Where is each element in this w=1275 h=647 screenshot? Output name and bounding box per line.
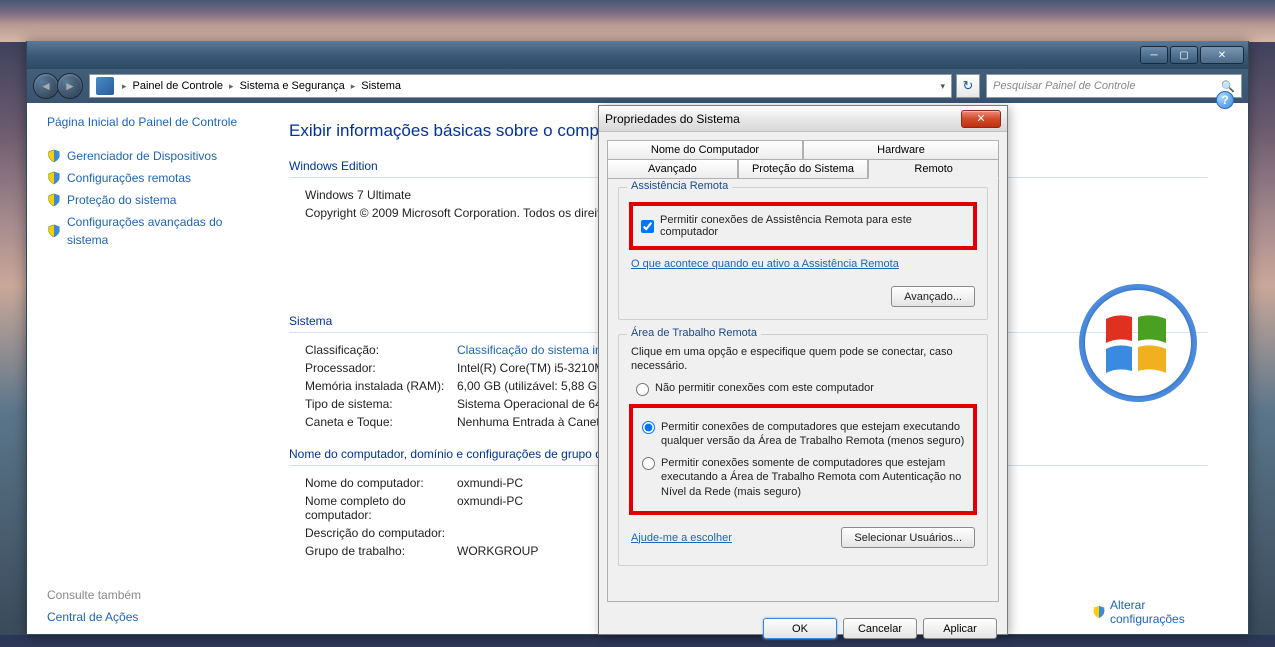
rdp-allow-any-radio[interactable] bbox=[642, 421, 655, 434]
sidebar-item-device-manager[interactable]: Gerenciador de Dispositivos bbox=[47, 145, 255, 167]
remote-assistance-group: Assistência Remota Permitir conexões de … bbox=[618, 187, 988, 320]
sidebar-home-link[interactable]: Página Inicial do Painel de Controle bbox=[47, 115, 255, 131]
remote-tab-panel: Assistência Remota Permitir conexões de … bbox=[607, 178, 999, 602]
back-button[interactable]: ◄ bbox=[33, 73, 59, 99]
info-value: Intel(R) Core(TM) i5-3210M bbox=[457, 361, 604, 375]
shield-icon bbox=[47, 224, 61, 238]
tab-hardware[interactable]: Hardware bbox=[803, 140, 999, 159]
checkbox-label: Permitir conexões de Assistência Remota … bbox=[660, 214, 969, 238]
rdp-allow-nla-radio[interactable] bbox=[642, 457, 655, 470]
window-titlebar[interactable]: ─ ▢ ✕ bbox=[27, 41, 1248, 69]
info-value: 6,00 GB (utilizável: 5,88 GB) bbox=[457, 379, 609, 393]
breadcrumb-item[interactable]: Sistema e Segurança bbox=[238, 80, 347, 92]
dialog-title: Propriedades do Sistema bbox=[605, 112, 740, 126]
cancel-button[interactable]: Cancelar bbox=[843, 618, 917, 639]
tab-system-protection[interactable]: Proteção do Sistema bbox=[738, 159, 869, 179]
groupbox-title: Assistência Remota bbox=[627, 180, 732, 192]
shield-icon bbox=[47, 149, 61, 163]
info-label: Grupo de trabalho: bbox=[305, 544, 457, 558]
dialog-titlebar[interactable]: Propriedades do Sistema ✕ bbox=[599, 106, 1007, 132]
tab-advanced[interactable]: Avançado bbox=[607, 159, 738, 179]
info-label: Processador: bbox=[305, 361, 457, 375]
sidebar: Página Inicial do Painel de Controle Ger… bbox=[27, 103, 259, 634]
info-label: Classificação: bbox=[305, 343, 457, 357]
address-toolbar: ◄ ► ▸ Painel de Controle ▸ Sistema e Seg… bbox=[27, 69, 1248, 103]
advanced-button[interactable]: Avançado... bbox=[891, 286, 975, 307]
dialog-button-row: OK Cancelar Aplicar bbox=[599, 610, 1007, 647]
info-value: oxmundi-PC bbox=[457, 494, 523, 522]
maximize-button[interactable]: ▢ bbox=[1170, 46, 1198, 64]
refresh-button[interactable]: ↻ bbox=[956, 74, 980, 98]
apply-button[interactable]: Aplicar bbox=[923, 618, 997, 639]
highlight-box: Permitir conexões de Assistência Remota … bbox=[629, 202, 977, 250]
rdp-help-link[interactable]: Ajude-me a escolher bbox=[631, 532, 732, 544]
radio-label: Não permitir conexões com este computado… bbox=[655, 382, 874, 394]
radio-label: Permitir conexões de computadores que es… bbox=[661, 420, 969, 449]
forward-button[interactable]: ► bbox=[57, 73, 83, 99]
see-also-link[interactable]: Central de Ações bbox=[47, 610, 141, 624]
sidebar-item-advanced-settings[interactable]: Configurações avançadas do sistema bbox=[47, 211, 255, 251]
chevron-right-icon: ▸ bbox=[351, 81, 356, 92]
chevron-right-icon: ▸ bbox=[122, 81, 127, 92]
remote-desktop-group: Área de Trabalho Remota Clique em uma op… bbox=[618, 334, 988, 566]
minimize-button[interactable]: ─ bbox=[1140, 46, 1168, 64]
sidebar-item-label: Configurações avançadas do sistema bbox=[67, 213, 255, 249]
info-value: oxmundi-PC bbox=[457, 476, 523, 490]
select-users-button[interactable]: Selecionar Usuários... bbox=[841, 527, 975, 548]
info-label: Caneta e Toque: bbox=[305, 415, 457, 429]
highlight-box: Permitir conexões de computadores que es… bbox=[629, 404, 977, 515]
allow-remote-assistance-checkbox[interactable] bbox=[641, 220, 654, 233]
info-label: Descrição do computador: bbox=[305, 526, 457, 540]
see-also-header: Consulte também bbox=[47, 588, 141, 602]
sidebar-item-label: Gerenciador de Dispositivos bbox=[67, 147, 217, 165]
info-label: Memória instalada (RAM): bbox=[305, 379, 457, 393]
shield-icon bbox=[47, 193, 61, 207]
info-value: WORKGROUP bbox=[457, 544, 538, 558]
breadcrumb-item[interactable]: Sistema bbox=[359, 80, 403, 92]
tab-remote[interactable]: Remoto bbox=[868, 159, 999, 179]
desktop-wallpaper bbox=[0, 0, 1275, 42]
search-input[interactable]: Pesquisar Painel de Controle 🔍 bbox=[986, 74, 1242, 98]
search-placeholder: Pesquisar Painel de Controle bbox=[993, 80, 1135, 92]
sidebar-item-system-protection[interactable]: Proteção do sistema bbox=[47, 189, 255, 211]
tab-computer-name[interactable]: Nome do Computador bbox=[607, 140, 803, 159]
info-value: Nenhuma Entrada à Caneta bbox=[457, 415, 606, 429]
info-label: Nome completo do computador: bbox=[305, 494, 457, 522]
breadcrumb[interactable]: ▸ Painel de Controle ▸ Sistema e Seguran… bbox=[89, 74, 952, 98]
system-properties-dialog: Propriedades do Sistema ✕ Nome do Comput… bbox=[598, 105, 1008, 635]
change-settings-link[interactable]: Alterar configurações bbox=[1092, 598, 1200, 627]
info-label: Tipo de sistema: bbox=[305, 397, 457, 411]
sidebar-item-remote-settings[interactable]: Configurações remotas bbox=[47, 167, 255, 189]
close-button[interactable]: ✕ bbox=[1200, 46, 1244, 64]
change-settings-label: Alterar configurações bbox=[1110, 598, 1200, 627]
control-panel-icon bbox=[96, 77, 114, 95]
shield-icon bbox=[47, 171, 61, 185]
windows-logo bbox=[1078, 283, 1198, 403]
shield-icon bbox=[1092, 605, 1106, 619]
info-value: Sistema Operacional de 64 B bbox=[457, 397, 613, 411]
info-label: Nome do computador: bbox=[305, 476, 457, 490]
radio-label: Permitir conexões somente de computadore… bbox=[661, 456, 969, 499]
ok-button[interactable]: OK bbox=[763, 618, 837, 639]
remote-assistance-help-link[interactable]: O que acontece quando eu ativo a Assistê… bbox=[631, 258, 899, 270]
sidebar-item-label: Proteção do sistema bbox=[67, 191, 176, 209]
chevron-right-icon: ▸ bbox=[229, 81, 234, 92]
groupbox-title: Área de Trabalho Remota bbox=[627, 327, 761, 339]
sidebar-item-label: Configurações remotas bbox=[67, 169, 191, 187]
rdp-deny-radio[interactable] bbox=[636, 383, 649, 396]
chevron-down-icon[interactable]: ▾ bbox=[940, 81, 949, 92]
rdp-intro-text: Clique em uma opção e especifique quem p… bbox=[631, 345, 975, 374]
breadcrumb-item[interactable]: Painel de Controle bbox=[131, 80, 226, 92]
dialog-tabs: Nome do Computador Hardware Avançado Pro… bbox=[607, 140, 999, 179]
dialog-close-button[interactable]: ✕ bbox=[961, 110, 1001, 128]
rating-link[interactable]: Classificação do sistema ind bbox=[457, 343, 608, 357]
